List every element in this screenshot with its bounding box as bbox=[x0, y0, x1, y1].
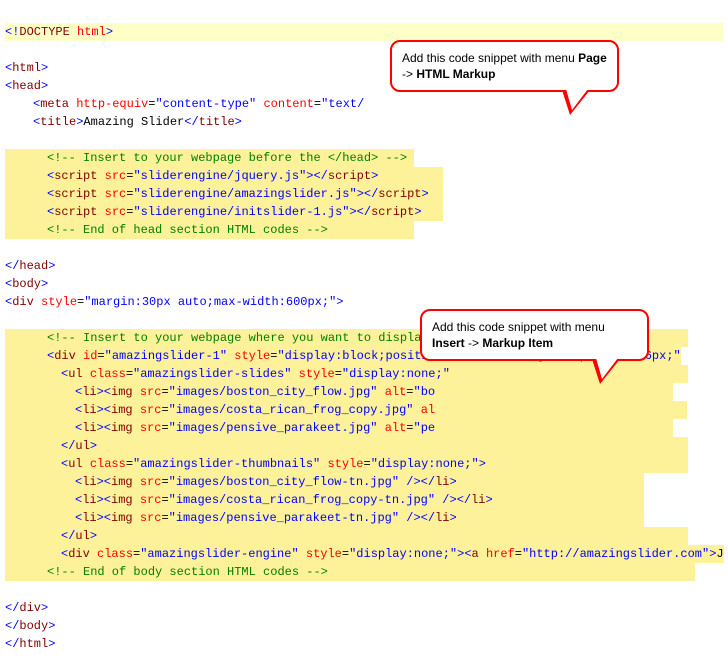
callout-head-snippet: Add this code snippet with menu Page -> … bbox=[390, 40, 619, 92]
title-text: Amazing Slider bbox=[83, 115, 184, 129]
line-script-slider: <script src="sliderengine/amazingslider.… bbox=[5, 185, 443, 203]
line-script-jquery: <script src="sliderengine/jquery.js"></s… bbox=[5, 167, 443, 185]
callout-body-snippet: Add this code snippet with menu Insert -… bbox=[420, 309, 649, 361]
line-li-img1: <li><img src="images/boston_city_flow.jp… bbox=[5, 383, 673, 401]
line-meta: <meta http-equiv="content-type" content=… bbox=[5, 97, 364, 111]
line-li-img3: <li><img src="images/pensive_parakeet.jp… bbox=[5, 419, 673, 437]
line-script-init: <script src="sliderengine/initslider-1.j… bbox=[5, 203, 443, 221]
line-body-comment-end: <!-- End of body section HTML codes --> bbox=[5, 563, 695, 581]
bubble-tail-icon bbox=[592, 359, 620, 384]
line-head-open: <head> bbox=[5, 79, 48, 93]
line-body-close: </body> bbox=[5, 619, 55, 633]
callout-text: Add this code snippet with menu bbox=[432, 320, 605, 334]
line-head-comment-end: <!-- End of head section HTML codes --> bbox=[5, 221, 414, 239]
line-html-close: </html> bbox=[5, 637, 55, 651]
callout-menu-b: Markup Item bbox=[482, 336, 553, 350]
line-li-tn2: <li><img src="images/costa_rican_frog_co… bbox=[5, 491, 644, 509]
line-title: <title>Amazing Slider</title> bbox=[5, 115, 242, 129]
line-ul-close2: </ul> bbox=[5, 527, 688, 545]
line-head-comment-start: <!-- Insert to your webpage before the <… bbox=[5, 149, 414, 167]
callout-menu-a: Insert bbox=[432, 336, 465, 350]
line-ul-slides: <ul class="amazingslider-slides" style="… bbox=[5, 365, 688, 383]
callout-menu-b: HTML Markup bbox=[416, 67, 495, 81]
line-body-open: <body> bbox=[5, 277, 48, 291]
line-li-tn1: <li><img src="images/boston_city_flow-tn… bbox=[5, 473, 644, 491]
bubble-tail-icon bbox=[562, 90, 590, 115]
line-doctype: <!DOCTYPE html> bbox=[5, 23, 723, 41]
line-div-wrapper: <div style="margin:30px auto;max-width:6… bbox=[5, 295, 343, 309]
line-html-open: <html> bbox=[5, 61, 48, 75]
line-head-close: </head> bbox=[5, 259, 55, 273]
line-ul-thumbs: <ul class="amazingslider-thumbnails" sty… bbox=[5, 455, 688, 473]
callout-text: Add this code snippet with menu bbox=[402, 51, 578, 65]
blank-line bbox=[5, 241, 12, 255]
line-li-img2: <li><img src="images/costa_rican_frog_co… bbox=[5, 401, 687, 419]
callout-arrow: -> bbox=[465, 336, 483, 350]
blank-line bbox=[5, 313, 12, 327]
line-li-tn3: <li><img src="images/pensive_parakeet-tn… bbox=[5, 509, 644, 527]
callout-menu-a: Page bbox=[578, 51, 607, 65]
line-div-close: </div> bbox=[5, 601, 48, 615]
blank-line bbox=[5, 133, 12, 147]
blank-line bbox=[5, 583, 12, 597]
line-engine-div: <div class="amazingslider-engine" style=… bbox=[5, 545, 724, 563]
line-ul-close1: </ul> bbox=[5, 437, 688, 455]
callout-arrow: -> bbox=[402, 67, 416, 81]
